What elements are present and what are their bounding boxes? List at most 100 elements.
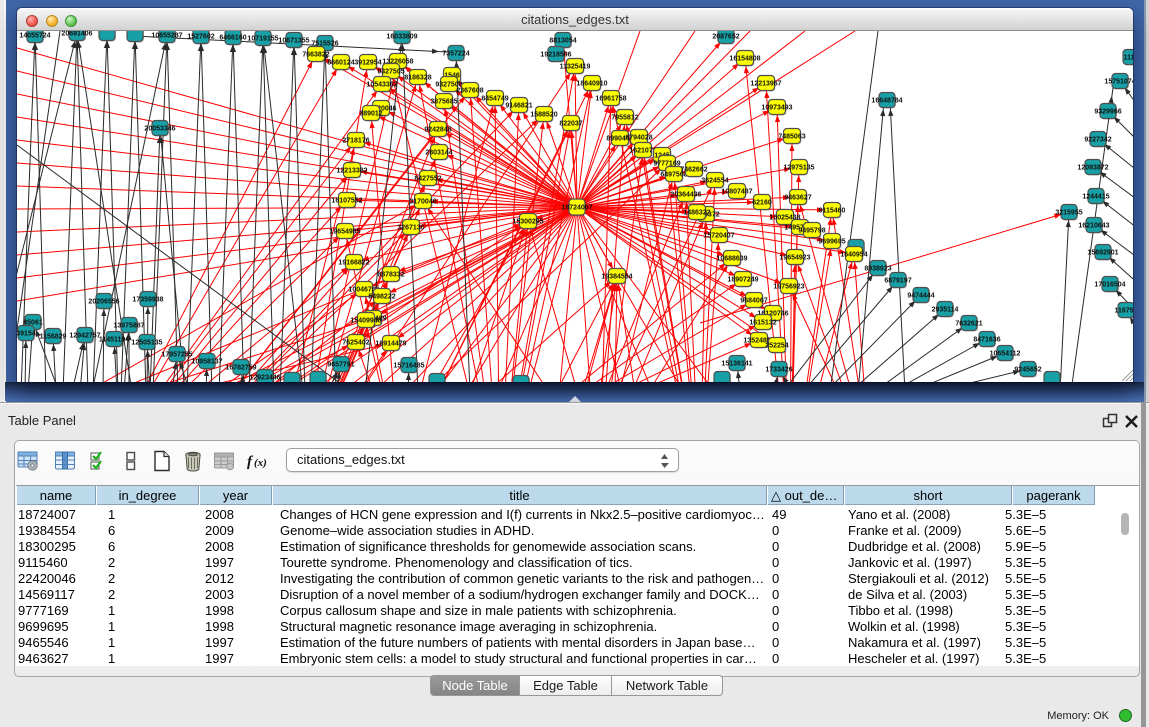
- svg-text:13975887: 13975887: [113, 322, 144, 329]
- svg-text:16782759: 16782759: [225, 364, 256, 371]
- svg-text:1733426: 1733426: [765, 366, 792, 373]
- svg-text:989012: 989012: [359, 110, 382, 117]
- svg-text:8471636: 8471636: [973, 336, 1000, 343]
- svg-text:12942757: 12942757: [69, 332, 100, 339]
- svg-text:252254: 252254: [765, 342, 788, 349]
- svg-text:8186328: 8186328: [404, 74, 431, 81]
- svg-text:10654112: 10654112: [990, 350, 1021, 357]
- svg-text:12505135: 12505135: [131, 339, 162, 346]
- svg-text:1621072: 1621072: [629, 147, 656, 154]
- svg-text:15136141: 15136141: [721, 360, 752, 367]
- svg-text:1615132: 1615132: [749, 319, 776, 326]
- svg-text:12975135: 12975135: [783, 164, 814, 171]
- svg-text:20053346: 20053346: [144, 125, 175, 132]
- svg-text:17016504: 17016504: [1094, 281, 1125, 288]
- svg-text:19218506: 19218506: [540, 51, 571, 58]
- svg-text:2935114: 2935114: [932, 306, 959, 313]
- svg-text:8813054: 8813054: [549, 37, 576, 44]
- svg-text:8938923: 8938923: [864, 265, 891, 272]
- svg-text:18907249: 18907249: [727, 276, 758, 283]
- svg-text:8878332: 8878332: [377, 271, 404, 278]
- svg-text:9684067: 9684067: [740, 297, 767, 304]
- svg-text:2087652: 2087652: [712, 33, 739, 40]
- svg-text:20691406: 20691406: [61, 31, 92, 37]
- svg-text:9474444: 9474444: [907, 292, 934, 299]
- svg-text:12093872: 12093872: [1077, 164, 1108, 171]
- svg-text:9699695: 9699695: [818, 238, 845, 245]
- svg-text:9495798: 9495798: [798, 227, 825, 234]
- svg-text:17359938: 17359938: [132, 296, 163, 303]
- svg-text:16107552: 16107552: [331, 197, 362, 204]
- svg-text:15716485: 15716485: [393, 362, 424, 369]
- svg-text:19654985: 19654985: [329, 228, 360, 235]
- svg-text:8660124: 8660124: [327, 59, 354, 66]
- svg-text:822037: 822037: [559, 120, 582, 127]
- svg-text:3624554: 3624554: [701, 177, 728, 184]
- svg-text:10688639: 10688639: [716, 255, 747, 262]
- svg-text:9146821: 9146821: [505, 102, 532, 109]
- svg-text:9242848: 9242848: [424, 126, 451, 133]
- svg-text:19756923: 19756923: [773, 283, 804, 290]
- svg-text:6794028: 6794028: [625, 134, 652, 141]
- svg-text:10973493: 10973493: [761, 104, 792, 111]
- svg-text:16210643: 16210643: [1078, 222, 1109, 229]
- svg-text:3170046: 3170046: [409, 198, 436, 205]
- svg-text:7663822: 7663822: [302, 51, 329, 58]
- svg-text:f: f: [247, 454, 254, 470]
- svg-text:9245652: 9245652: [1014, 366, 1041, 373]
- svg-text:16154808: 16154808: [729, 55, 760, 62]
- svg-text:3875685: 3875685: [430, 98, 457, 105]
- svg-text:7357224: 7357224: [442, 50, 469, 57]
- svg-text:20364436: 20364436: [670, 191, 701, 198]
- svg-text:9657791: 9657791: [327, 361, 354, 368]
- svg-text:7485063: 7485063: [778, 133, 805, 140]
- svg-text:19384554: 19384554: [601, 273, 632, 280]
- svg-text:19166822: 19166822: [338, 259, 369, 266]
- svg-text:1486322: 1486322: [683, 209, 710, 216]
- svg-text:8427552: 8427552: [414, 175, 441, 182]
- svg-text:10719155: 10719155: [247, 35, 278, 42]
- svg-text:17957255: 17957255: [161, 351, 192, 358]
- svg-text:16648784: 16648784: [871, 97, 902, 104]
- svg-text:6879197: 6879197: [884, 277, 911, 284]
- svg-text:1640954: 1640954: [840, 251, 867, 258]
- svg-text:15409948: 15409948: [350, 317, 381, 324]
- svg-text:7462662: 7462662: [680, 166, 707, 173]
- svg-text:12213967: 12213967: [750, 80, 781, 87]
- svg-text:7625402: 7625402: [342, 339, 369, 346]
- svg-text:16961758: 16961758: [595, 95, 626, 102]
- svg-text:15692901: 15692901: [1087, 249, 1118, 256]
- svg-text:18640910: 18640910: [576, 80, 607, 87]
- svg-text:9463627: 9463627: [784, 194, 811, 201]
- svg-text:10543362: 10543362: [366, 81, 397, 88]
- svg-text:62160: 62160: [752, 199, 772, 206]
- svg-text:9329966: 9329966: [1094, 108, 1121, 115]
- svg-text:10958137: 10958137: [191, 358, 222, 365]
- svg-text:15720407: 15720407: [703, 232, 734, 239]
- svg-text:2803144: 2803144: [425, 149, 452, 156]
- svg-text:6466160: 6466160: [219, 34, 246, 41]
- svg-text:15751074: 15751074: [1104, 78, 1133, 85]
- svg-text:1527602: 1527602: [187, 33, 214, 40]
- svg-text:39154: 39154: [17, 330, 36, 337]
- svg-text:18724007: 18724007: [561, 204, 592, 211]
- svg-text:7632621: 7632621: [955, 320, 982, 327]
- svg-text:10671355: 10671355: [278, 37, 309, 44]
- svg-text:9227342: 9227342: [1084, 136, 1111, 143]
- svg-text:2367608: 2367608: [456, 87, 483, 94]
- svg-text:12923446: 12923446: [249, 374, 280, 381]
- svg-text:19654923: 19654923: [779, 254, 810, 261]
- svg-text:12213382: 12213382: [336, 167, 367, 174]
- svg-text:11451194: 11451194: [99, 336, 129, 343]
- svg-text:3267130: 3267130: [397, 224, 424, 231]
- svg-text:1244415: 1244415: [1082, 193, 1109, 200]
- svg-text:7955812: 7955812: [611, 114, 638, 121]
- svg-text:10655287: 10655287: [151, 32, 182, 39]
- svg-text:20206556: 20206556: [88, 298, 119, 305]
- svg-text:9327505: 9327505: [377, 68, 404, 75]
- svg-text:2718176: 2718176: [342, 137, 369, 144]
- svg-text:1156829: 1156829: [40, 333, 67, 340]
- svg-text:1117: 1117: [1124, 54, 1133, 61]
- svg-text:8454749: 8454749: [481, 95, 508, 102]
- svg-text:3215955: 3215955: [1055, 209, 1082, 216]
